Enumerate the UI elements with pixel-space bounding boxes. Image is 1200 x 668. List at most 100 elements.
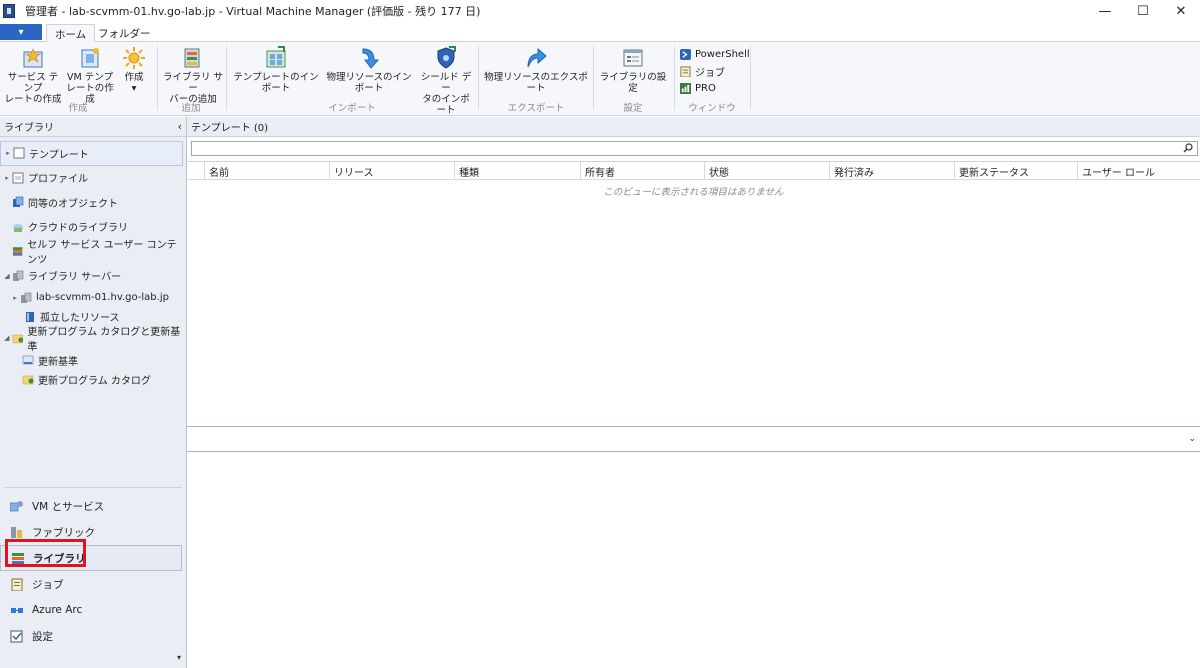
group-label-settings: 設定 (623, 103, 643, 114)
collapse-arrow-icon[interactable]: ◢ (2, 272, 12, 280)
workspace-label: 設定 (32, 630, 53, 643)
minimize-button[interactable]: — (1086, 0, 1124, 22)
powershell-button[interactable]: PowerShell (680, 46, 750, 63)
library-settings-label: ライブラリの設定 (599, 72, 667, 94)
column-header-status[interactable]: 状態 (704, 162, 829, 180)
tree-item-label: 更新基準 (38, 356, 78, 368)
column-header-name[interactable]: 名前 (204, 162, 329, 180)
ribbon-tab-row: ▾ ホーム フォルダー (0, 22, 1200, 43)
collapse-arrow-icon[interactable]: ◢ (2, 334, 12, 342)
create-service-template-button[interactable]: サービス テンプ レートの作成 (4, 46, 62, 105)
tab-home[interactable]: ホーム (46, 24, 96, 43)
clipboard-icon (680, 66, 691, 77)
group-label-add: 追加 (181, 103, 201, 114)
tree-item-update-catalog-baselines[interactable]: ◢ 更新プログラム カタログと更新基準 (0, 326, 186, 354)
tree-item-label: 更新プログラム カタログと更新基準 (27, 327, 181, 354)
tree-item-self-service-content[interactable]: セルフ サービス ユーザー コンテンツ (0, 239, 186, 267)
templates-grid: 名前 リリース 種類 所有者 状態 発行済み 更新ステータス ユーザー ロール … (187, 161, 1200, 427)
tree-item-update-baselines[interactable]: 更新基準 (0, 351, 186, 370)
group-label-import: インポート (328, 103, 376, 114)
jobs-button[interactable]: ジョブ (680, 63, 750, 80)
tree-item-templates[interactable]: ▸ テンプレート (0, 141, 183, 166)
create-vm-template-button[interactable]: VM テンプ レートの作成 (64, 46, 116, 105)
vm-template-icon (81, 48, 99, 68)
pro-icon (680, 83, 691, 94)
tree-item-label: 更新プログラム カタログ (38, 375, 151, 387)
export-physical-resource-label: 物理リソースのエクスポート (484, 72, 588, 94)
column-header-user-role[interactable]: ユーザー ロール (1077, 162, 1200, 180)
search-icon[interactable] (1183, 143, 1193, 153)
import-template-button[interactable]: テンプレートのインポート (230, 46, 322, 94)
powershell-icon (680, 49, 691, 60)
workspace-settings[interactable]: 設定 (0, 623, 186, 649)
library-settings-button[interactable]: ライブラリの設定 (598, 46, 668, 94)
column-header-owner[interactable]: 所有者 (580, 162, 704, 180)
file-menu-button[interactable]: ▾ (0, 24, 42, 40)
expand-arrow-icon[interactable]: ▸ (10, 294, 20, 302)
add-library-server-button[interactable]: ライブラリ サー バーの追加 (162, 46, 224, 105)
left-pane-title: ライブラリ (4, 123, 54, 134)
tree-item-update-catalog[interactable]: 更新プログラム カタログ (0, 370, 186, 389)
tree-item-label: テンプレート (29, 149, 89, 161)
import-physical-resource-button[interactable]: 物理リソースのインポート (322, 46, 416, 94)
group-label-window: ウィンドウ (688, 103, 736, 114)
cloud-library-icon (13, 223, 23, 232)
expand-arrow-icon[interactable]: ▸ (2, 174, 12, 182)
tree-item-label: ライブラリ サーバー (28, 272, 122, 284)
content-title: テンプレート (0) (191, 123, 269, 134)
close-button[interactable]: ✕ (1162, 0, 1200, 22)
tree-item-label: プロファイル (28, 174, 88, 186)
pro-button[interactable]: PRO (680, 80, 750, 97)
create-dropdown-icon: ▾ (131, 83, 137, 94)
expand-details-icon[interactable]: ⌄ (1188, 434, 1196, 444)
title-bar: 管理者 - lab-scvmm-01.hv.go-lab.jp - Virtua… (0, 0, 1200, 22)
left-navigation-pane: ライブラリ ‹ ▸ テンプレート ▸ プロファイル 同等のオブジェクト クラウド… (0, 117, 187, 668)
powershell-label: PowerShell (695, 49, 750, 60)
create-button[interactable]: 作成 ▾ (118, 46, 150, 94)
content-header: テンプレート (0) (187, 117, 1200, 137)
export-physical-resource-button[interactable]: 物理リソースのエクスポート (482, 46, 590, 94)
baseline-icon (22, 355, 34, 365)
orphaned-resource-icon (26, 311, 34, 322)
column-header-icon[interactable] (187, 162, 204, 180)
scroll-down-icon[interactable]: ▾ (177, 653, 181, 662)
tab-folder[interactable]: フォルダー (90, 24, 159, 43)
tree-item-library-server-host[interactable]: ▸ lab-scvmm-01.hv.go-lab.jp (0, 288, 186, 307)
export-arrow-icon (527, 47, 547, 68)
tree-item-label: セルフ サービス ユーザー コンテンツ (27, 240, 177, 267)
workspace-jobs[interactable]: ジョブ (0, 571, 186, 597)
tree-item-profiles[interactable]: ▸ プロファイル (0, 166, 186, 191)
update-folder-icon (12, 335, 23, 344)
fabric-icon (11, 526, 22, 538)
column-header-type[interactable]: 種類 (454, 162, 580, 180)
column-header-published[interactable]: 発行済み (829, 162, 954, 180)
group-label-create: 作成 (68, 103, 88, 114)
highlight-annotation (5, 539, 86, 567)
workspace-vms-and-services[interactable]: VM とサービス (0, 493, 186, 519)
tree-item-label: クラウドのライブラリ (28, 223, 128, 235)
settings-checkbox-icon (10, 630, 23, 642)
create-label: 作成 (124, 72, 144, 83)
collapse-left-pane-button[interactable]: ‹ (178, 120, 182, 133)
ribbon-separator (750, 46, 751, 110)
template-icon (13, 147, 25, 159)
group-label-export: エクスポート (507, 103, 565, 114)
workspace-azure-arc[interactable]: Azure Arc (0, 597, 186, 623)
shield-icon (437, 46, 456, 69)
import-template-label: テンプレートのインポート (233, 72, 319, 94)
tree-item-equivalent-objects[interactable]: 同等のオブジェクト (0, 190, 186, 215)
window-title: 管理者 - lab-scvmm-01.hv.go-lab.jp - Virtua… (25, 5, 481, 18)
server-icon (21, 292, 32, 303)
azure-arc-icon (11, 607, 23, 613)
search-input[interactable] (191, 141, 1198, 156)
tree-item-library-servers[interactable]: ◢ ライブラリ サーバー (0, 264, 186, 289)
expand-arrow-icon[interactable]: ▸ (3, 149, 13, 157)
empty-grid-message: このビューに表示される項目はありません (603, 187, 784, 198)
column-header-update-status[interactable]: 更新ステータス (954, 162, 1077, 180)
import-arrow-icon (362, 48, 380, 69)
column-header-release[interactable]: リリース (329, 162, 454, 180)
ribbon-separator (674, 46, 675, 110)
library-tree: ▸ テンプレート ▸ プロファイル 同等のオブジェクト クラウドのライブラリ セ… (0, 137, 186, 389)
maximize-button[interactable]: ☐ (1124, 0, 1162, 22)
ribbon-separator (478, 46, 479, 110)
